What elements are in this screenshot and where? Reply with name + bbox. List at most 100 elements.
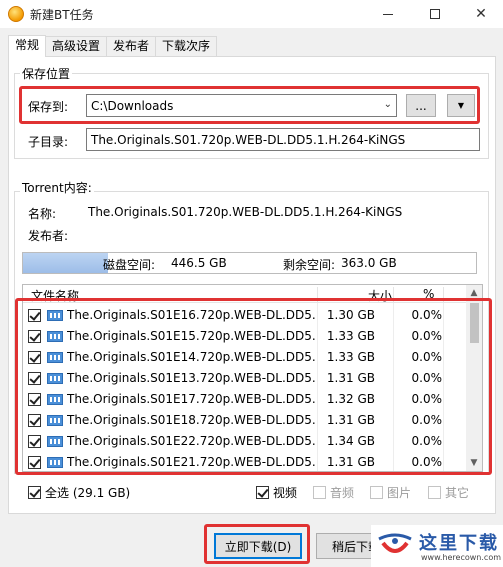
publisher-label: 发布者: (28, 229, 69, 243)
file-size: 1.31 GB (326, 371, 375, 385)
file-list-header: 文件名称 大小 % (23, 285, 468, 305)
minimize-button[interactable] (365, 0, 411, 28)
filter-other-label: 其它 (445, 486, 470, 500)
select-all-label: 全选 (29.1 GB) (45, 486, 131, 500)
file-list-scrollbar[interactable]: ▲ ▼ (466, 285, 482, 471)
checkbox-icon (256, 486, 269, 499)
select-all-checkbox[interactable]: 全选 (29.1 GB) (28, 484, 130, 501)
watermark-url: www.herecown.com (421, 553, 501, 562)
scroll-thumb[interactable] (470, 303, 479, 343)
save-to-combo[interactable]: C:\Downloads ⌄ (86, 94, 397, 117)
save-location-title: 保存位置 (20, 65, 73, 82)
close-button[interactable]: ✕ (458, 0, 503, 28)
file-name: The.Originals.S01E13.720p.WEB-DL.DD5.1..… (67, 371, 317, 385)
video-file-icon (47, 436, 63, 447)
subdir-value: The.Originals.S01.720p.WEB-DL.DD5.1.H.26… (91, 133, 406, 147)
file-size: 1.31 GB (326, 413, 375, 427)
filter-other-checkbox[interactable]: 其它 (428, 484, 469, 501)
file-row[interactable]: The.Originals.S01E22.720p.WEB-DL.DD5.1..… (23, 431, 468, 452)
maximize-icon (430, 9, 440, 19)
video-file-icon (47, 415, 63, 426)
file-size: 1.33 GB (326, 350, 375, 364)
title-bar[interactable]: 新建BT任务 ✕ (0, 0, 503, 28)
checkbox-icon (28, 486, 41, 499)
file-percent: 0.0% (411, 350, 443, 364)
file-name: The.Originals.S01E17.720p.WEB-DL.DD5.1..… (67, 392, 317, 406)
scroll-up-icon[interactable]: ▲ (466, 285, 482, 301)
tab-publisher[interactable]: 发布者 (106, 36, 157, 56)
download-now-button[interactable]: 立即下载(D) (214, 533, 302, 559)
column-size[interactable]: 大小 (368, 287, 392, 304)
browse-button[interactable]: ... (406, 94, 436, 117)
save-to-label: 保存到: (28, 100, 69, 114)
file-checkbox[interactable] (28, 456, 41, 469)
file-percent: 0.0% (411, 329, 443, 343)
chevron-down-icon: ⌄ (383, 99, 392, 110)
file-name: The.Originals.S01E14.720p.WEB-DL.DD5.1..… (67, 350, 317, 364)
video-file-icon (47, 331, 63, 342)
file-name: The.Originals.S01E16.720p.WEB-DL.DD5.1..… (67, 308, 317, 322)
file-name: The.Originals.S01E15.720p.WEB-DL.DD5.1..… (67, 329, 317, 343)
column-name[interactable]: 文件名称 (31, 287, 79, 304)
filter-video-checkbox[interactable]: 视频 (256, 484, 297, 501)
file-row[interactable]: The.Originals.S01E21.720p.WEB-DL.DD5.1..… (23, 452, 468, 471)
app-icon (8, 6, 24, 22)
checkbox-icon (313, 486, 326, 499)
file-name: The.Originals.S01E21.720p.WEB-DL.DD5.1..… (67, 455, 317, 469)
checkbox-icon (370, 486, 383, 499)
file-row[interactable]: The.Originals.S01E18.720p.WEB-DL.DD5.1..… (23, 410, 468, 431)
tab-general[interactable]: 常规 (8, 35, 47, 57)
file-row[interactable]: The.Originals.S01E16.720p.WEB-DL.DD5.1..… (23, 305, 468, 326)
video-file-icon (47, 457, 63, 468)
file-size: 1.31 GB (326, 455, 375, 469)
tab-advanced[interactable]: 高级设置 (45, 36, 108, 56)
subdir-label: 子目录: (28, 135, 69, 149)
free-space-value: 363.0 GB (341, 256, 397, 270)
file-checkbox[interactable] (28, 309, 41, 322)
scroll-down-icon[interactable]: ▼ (466, 455, 482, 471)
save-to-value: C:\Downloads (91, 99, 174, 113)
file-list[interactable]: 文件名称 大小 % The.Originals.S01E16.720p.WEB-… (22, 284, 483, 472)
file-row[interactable]: The.Originals.S01E17.720p.WEB-DL.DD5.1..… (23, 389, 468, 410)
free-space-label: 剩余空间: (283, 258, 336, 272)
filter-audio-checkbox[interactable]: 音频 (313, 484, 354, 501)
file-row[interactable]: The.Originals.S01E15.720p.WEB-DL.DD5.1..… (23, 326, 468, 347)
file-row[interactable]: The.Originals.S01E13.720p.WEB-DL.DD5.1..… (23, 368, 468, 389)
file-percent: 0.0% (411, 308, 443, 322)
file-row[interactable]: The.Originals.S01E14.720p.WEB-DL.DD5.1..… (23, 347, 468, 368)
checkbox-icon (428, 486, 441, 499)
column-percent[interactable]: % (423, 287, 434, 301)
file-percent: 0.0% (411, 392, 443, 406)
tab-download-order[interactable]: 下载次序 (155, 36, 218, 56)
filter-image-checkbox[interactable]: 图片 (370, 484, 411, 501)
filter-video-label: 视频 (273, 486, 298, 500)
file-checkbox[interactable] (28, 393, 41, 406)
disk-space-bar: 磁盘空间: 446.5 GB 剩余空间: 363.0 GB (22, 252, 477, 274)
file-checkbox[interactable] (28, 372, 41, 385)
filter-image-label: 图片 (387, 486, 412, 500)
dropdown-arrow-icon: ▼ (457, 101, 465, 110)
tab-bar: 常规 高级设置 发布者 下载次序 (8, 35, 218, 57)
subdir-input[interactable]: The.Originals.S01.720p.WEB-DL.DD5.1.H.26… (86, 128, 480, 151)
torrent-name-label: 名称: (28, 207, 57, 221)
file-name: The.Originals.S01E18.720p.WEB-DL.DD5.1..… (67, 413, 317, 427)
watermark-logo-icon (378, 533, 412, 553)
filter-audio-label: 音频 (330, 486, 355, 500)
video-file-icon (47, 394, 63, 405)
disk-space-label: 磁盘空间: (103, 258, 156, 272)
disk-space-value: 446.5 GB (171, 256, 227, 270)
site-watermark: 这里下载 www.herecown.com (371, 525, 503, 567)
maximize-button[interactable] (412, 0, 458, 28)
file-checkbox[interactable] (28, 351, 41, 364)
file-percent: 0.0% (411, 413, 443, 427)
file-checkbox[interactable] (28, 414, 41, 427)
video-file-icon (47, 352, 63, 363)
window-title: 新建BT任务 (30, 8, 94, 22)
file-checkbox[interactable] (28, 435, 41, 448)
file-checkbox[interactable] (28, 330, 41, 343)
save-menu-button[interactable]: ▼ (447, 94, 475, 117)
file-percent: 0.0% (411, 455, 443, 469)
disk-used-fill (23, 253, 108, 273)
video-file-icon (47, 310, 63, 321)
torrent-content-title: Torrent内容: (20, 179, 94, 196)
